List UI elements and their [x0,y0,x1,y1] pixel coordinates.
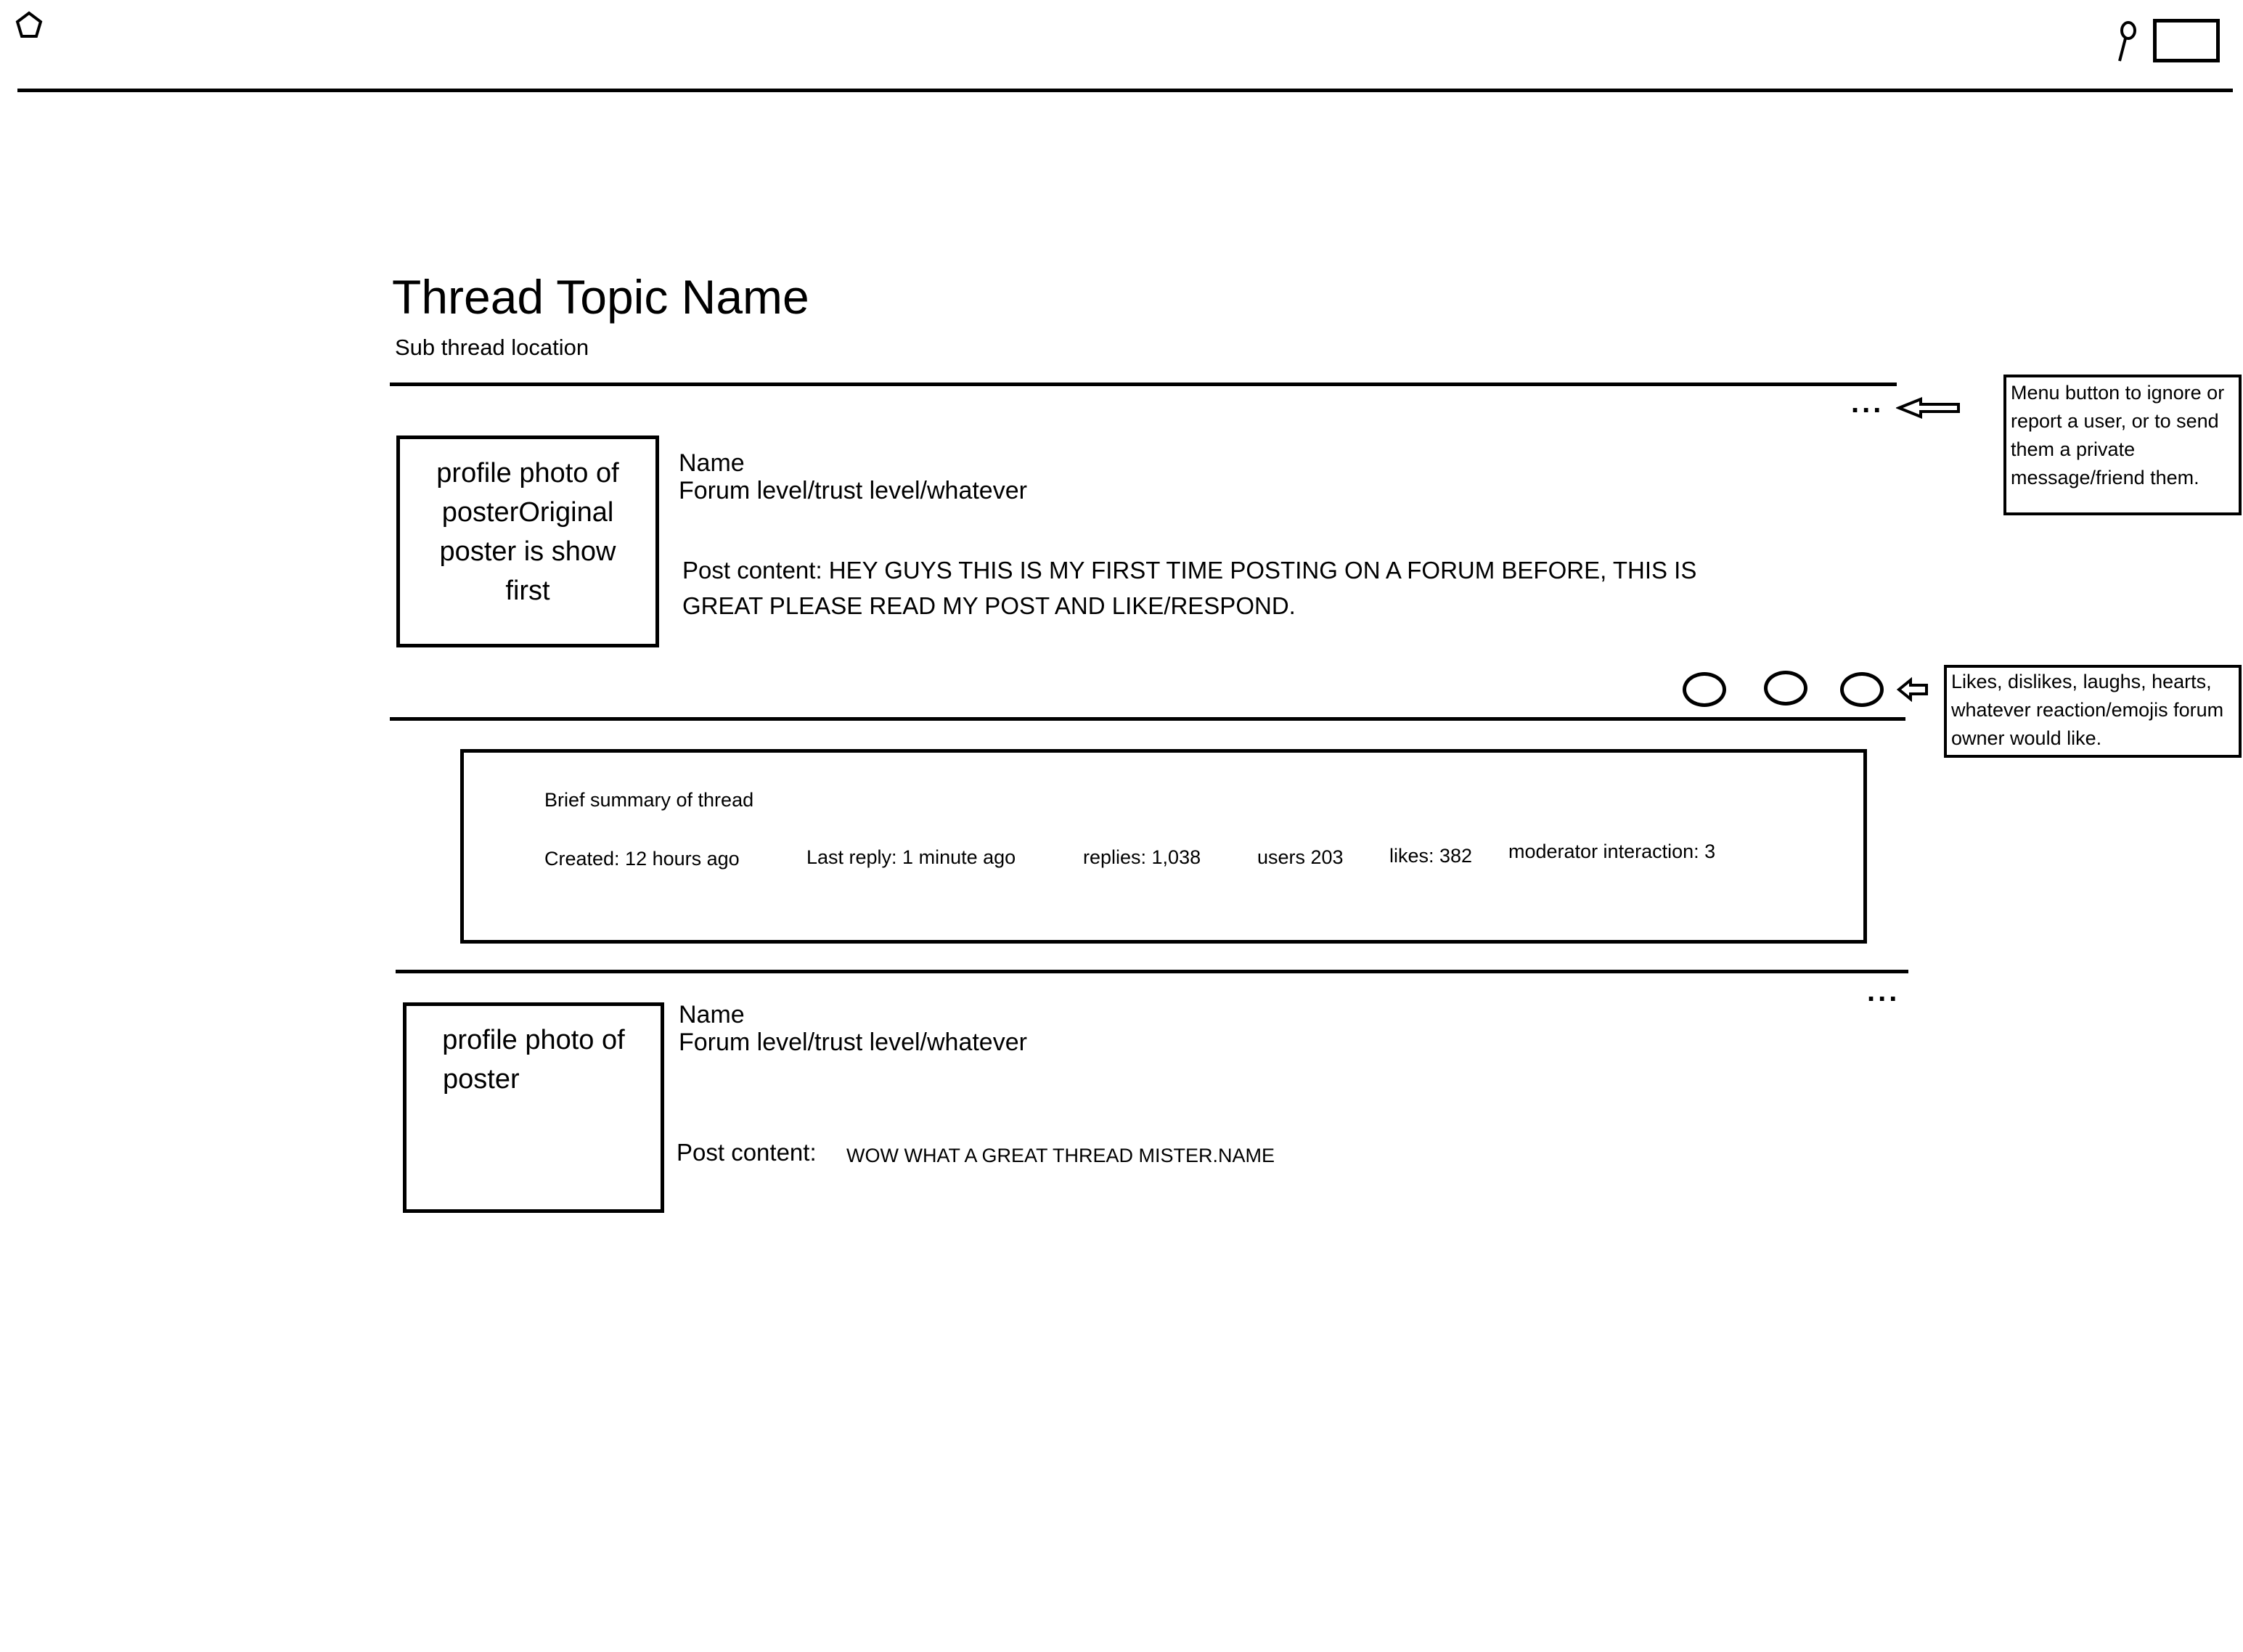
profile-photo[interactable]: profile photo of posterOriginal poster i… [396,436,659,647]
post-content-label: Post content: [677,1139,817,1166]
poster-name[interactable]: Name [679,449,745,478]
summary-users: users 203 [1257,846,1344,868]
thread-subtitle[interactable]: Sub thread location [395,334,589,361]
menu-annotation: Menu button to ignore or report a user, … [2003,375,2242,515]
summary-created: Created: 12 hours ago [544,848,740,870]
thread-title: Thread Topic Name [392,270,809,324]
summary-likes: likes: 382 [1389,845,1473,867]
post-content: GREAT PLEASE READ MY POST AND LIKE/RESPO… [682,592,1296,619]
divider [390,717,1905,721]
reactions-annotation: Likes, dislikes, laughs, hearts, whateve… [1944,665,2242,758]
thread-summary: Brief summary of thread Created: 12 hour… [460,749,1867,944]
header-divider [17,89,2233,92]
photo-text: posterOriginal [441,497,614,528]
reaction-button[interactable] [1683,672,1726,707]
poster-level: Forum level/trust level/whatever [679,477,1027,504]
post-content: Post content: HEY GUYS THIS IS MY FIRST … [682,557,1697,584]
photo-text: profile photo of [442,1025,625,1055]
poster-level: Forum level/trust level/whatever [679,1029,1027,1056]
divider [390,383,1897,386]
photo-text: poster [443,1064,520,1095]
photo-text: poster is show [439,536,616,567]
post-content: WOW WHAT A GREAT THREAD MISTER.NAME [846,1145,1275,1166]
account-button[interactable] [2153,19,2220,62]
post-menu-button[interactable]: ... [1851,388,1884,417]
summary-last-reply[interactable]: Last reply: 1 minute ago [806,846,1016,869]
summary-replies: replies: 1,038 [1083,846,1201,868]
divider [396,970,1908,973]
photo-text: profile photo of [436,458,619,488]
poster-name[interactable]: Name [679,1000,745,1030]
logo-icon[interactable] [15,10,44,41]
summary-moderator: moderator interaction: 3 [1508,841,1716,862]
arrow-left-icon [1896,676,1928,703]
photo-text: first [505,576,550,606]
arrow-left-icon [1896,397,1960,419]
search-icon[interactable] [2105,19,2141,64]
summary-heading: Brief summary of thread [544,789,754,811]
reaction-button[interactable] [1840,672,1884,707]
profile-photo[interactable]: profile photo of poster [403,1002,664,1213]
reaction-button[interactable] [1764,671,1807,706]
post-menu-button[interactable]: ... [1867,977,1900,1006]
